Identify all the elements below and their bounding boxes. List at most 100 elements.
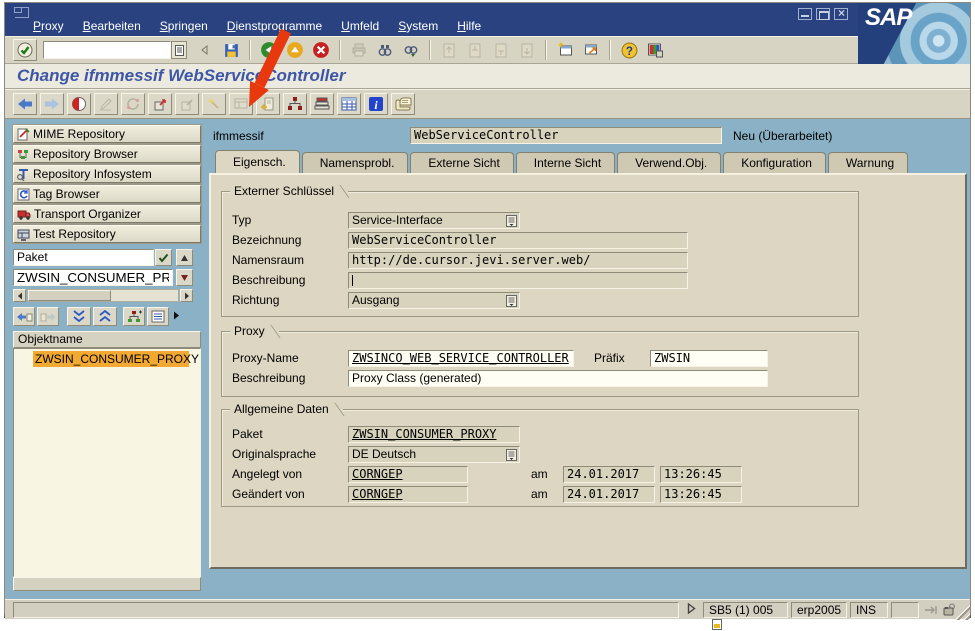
tab-warnung[interactable]: Warnung bbox=[828, 152, 908, 173]
new-session-icon[interactable] bbox=[553, 39, 577, 61]
status-system-segment[interactable]: SB5 (1) 005 bbox=[703, 602, 788, 618]
menu-proxy[interactable]: Proxy bbox=[33, 19, 64, 33]
object-name-field[interactable]: WebServiceController bbox=[410, 127, 722, 144]
where-used-icon[interactable] bbox=[256, 93, 280, 115]
dropdown-icon[interactable] bbox=[506, 215, 517, 227]
menu-umfeld[interactable]: Umfeld bbox=[341, 19, 379, 33]
customize-layout-icon[interactable] bbox=[643, 39, 667, 61]
find-icon[interactable] bbox=[373, 39, 397, 61]
beschreibung-field[interactable] bbox=[348, 272, 688, 289]
back-icon[interactable] bbox=[257, 39, 281, 61]
table-view-icon[interactable] bbox=[337, 93, 361, 115]
menu-bearbeiten[interactable]: Bearbeiten bbox=[83, 19, 141, 33]
status-lock-icon[interactable] bbox=[943, 603, 956, 616]
create-shortcut-icon[interactable] bbox=[579, 39, 603, 61]
sort-stack-icon[interactable] bbox=[310, 93, 334, 115]
expand-all-icon[interactable] bbox=[67, 307, 91, 326]
display-change-icon[interactable] bbox=[94, 93, 118, 115]
command-field-dropdown-icon[interactable] bbox=[171, 41, 187, 59]
hscroll-track[interactable] bbox=[27, 289, 179, 302]
hscroll-thumb[interactable] bbox=[28, 290, 111, 301]
sidebar-item-repository-browser[interactable]: Repository Browser bbox=[13, 145, 201, 163]
log-scroll-icon[interactable] bbox=[391, 93, 415, 115]
object-hierarchy-icon[interactable] bbox=[283, 93, 307, 115]
hscroll-left-icon[interactable] bbox=[13, 289, 26, 302]
selector-scroll-down-icon[interactable] bbox=[176, 269, 193, 286]
nav-forward-icon[interactable] bbox=[40, 93, 64, 115]
tab-namensprobleme[interactable]: Namensprobl. bbox=[302, 152, 409, 173]
sidebar-item-repository-infosystem[interactable]: Repository Infosystem bbox=[13, 165, 201, 183]
typ-combobox[interactable]: Service-Interface bbox=[348, 212, 520, 229]
sidebar-item-test-repository[interactable]: Test Repository bbox=[13, 225, 201, 243]
collapse-all-icon[interactable] bbox=[93, 307, 117, 326]
pattern-wand-icon[interactable] bbox=[202, 93, 226, 115]
nav-back-icon[interactable] bbox=[13, 93, 37, 115]
angelegt-zeit-field[interactable]: 13:26:45 bbox=[660, 466, 742, 483]
open-hierarchy-icon[interactable] bbox=[123, 307, 145, 326]
help-icon[interactable]: ? bbox=[617, 39, 641, 61]
menu-system[interactable]: System bbox=[398, 19, 438, 33]
selector-scroll-up-icon[interactable] bbox=[176, 249, 193, 266]
angelegt-von-field[interactable]: CORNGEP bbox=[348, 466, 468, 483]
first-page-icon[interactable] bbox=[437, 39, 461, 61]
exit-icon[interactable] bbox=[283, 39, 307, 61]
window-menu-icon[interactable] bbox=[15, 7, 29, 18]
enter-button[interactable] bbox=[13, 39, 37, 61]
test-icon[interactable] bbox=[229, 93, 253, 115]
status-expand-icon[interactable] bbox=[687, 603, 696, 614]
richtung-combobox[interactable]: Ausgang bbox=[348, 292, 520, 309]
info-icon[interactable]: i bbox=[364, 93, 388, 115]
menu-springen[interactable]: Springen bbox=[160, 19, 208, 33]
dropdown-icon[interactable] bbox=[506, 449, 517, 461]
resize-grip[interactable] bbox=[954, 604, 970, 620]
activate-icon[interactable] bbox=[148, 93, 172, 115]
object-list[interactable]: ZWSIN_CONSUMER_PROXY bbox=[13, 348, 201, 577]
menu-dienstprogramme[interactable]: Dienstprogramme bbox=[227, 19, 322, 33]
cancel-icon[interactable] bbox=[309, 39, 333, 61]
print-icon[interactable] bbox=[347, 39, 371, 61]
paket-field[interactable]: ZWSIN_CONSUMER_PROXY bbox=[348, 426, 520, 443]
display-object-list-icon[interactable] bbox=[147, 307, 169, 326]
object-list-row-selected[interactable]: ZWSIN_CONSUMER_PROXY bbox=[33, 351, 189, 367]
save-icon[interactable] bbox=[219, 39, 243, 61]
originalsprache-combobox[interactable]: DE Deutsch bbox=[348, 446, 520, 463]
proxy-beschreibung-field[interactable]: Proxy Class (generated) bbox=[348, 370, 768, 387]
command-field[interactable] bbox=[43, 41, 171, 59]
prefix-field[interactable]: ZWSIN bbox=[650, 350, 768, 367]
object-name-input[interactable] bbox=[13, 269, 173, 286]
toolbar-overflow-icon[interactable] bbox=[173, 311, 180, 320]
hscroll-right-icon[interactable] bbox=[180, 289, 193, 302]
proxy-name-field[interactable]: ZWSINCO_WEB_SERVICE_CONTROLLER bbox=[348, 350, 574, 367]
refresh-icon[interactable] bbox=[121, 93, 145, 115]
history-back-icon[interactable] bbox=[13, 307, 35, 326]
minimize-button[interactable] bbox=[798, 8, 812, 20]
geaendert-von-field[interactable]: CORNGEP bbox=[348, 486, 468, 503]
geaendert-datum-field[interactable]: 24.01.2017 bbox=[563, 486, 655, 503]
object-category-select[interactable]: Paket bbox=[13, 249, 154, 266]
last-page-icon[interactable] bbox=[515, 39, 539, 61]
tab-interne-sicht[interactable]: Interne Sicht bbox=[516, 152, 615, 173]
dropdown-icon[interactable] bbox=[506, 295, 517, 307]
sidebar-item-mime-repository[interactable]: MIME Repository bbox=[13, 125, 201, 143]
namensraum-field[interactable]: http://de.cursor.jevi.server.web/ bbox=[348, 252, 688, 269]
prev-page-icon[interactable] bbox=[463, 39, 487, 61]
tab-konfiguration[interactable]: Konfiguration bbox=[723, 152, 826, 173]
inactive-version-icon[interactable] bbox=[175, 93, 199, 115]
sidebar-item-tag-browser[interactable]: Tag Browser bbox=[13, 185, 201, 203]
geaendert-zeit-field[interactable]: 13:26:45 bbox=[660, 486, 742, 503]
tab-externe-sicht[interactable]: Externe Sicht bbox=[410, 152, 513, 173]
tab-eigenschaften[interactable]: Eigensch. bbox=[215, 150, 300, 173]
collapse-command-icon[interactable] bbox=[193, 39, 217, 61]
find-next-icon[interactable] bbox=[399, 39, 423, 61]
sidebar-item-transport-organizer[interactable]: Transport Organizer bbox=[13, 205, 201, 223]
angelegt-datum-field[interactable]: 24.01.2017 bbox=[563, 466, 655, 483]
breakpoint-icon[interactable] bbox=[67, 93, 91, 115]
category-dropdown-icon[interactable] bbox=[155, 249, 172, 266]
next-page-icon[interactable] bbox=[489, 39, 513, 61]
maximize-button[interactable] bbox=[816, 8, 830, 20]
bezeichnung-field[interactable]: WebServiceController bbox=[348, 232, 688, 249]
close-button[interactable] bbox=[834, 8, 848, 20]
tab-verwendete-objekte[interactable]: Verwend.Obj. bbox=[617, 152, 721, 173]
history-forward-icon[interactable] bbox=[37, 307, 59, 326]
menu-hilfe[interactable]: Hilfe bbox=[457, 19, 481, 33]
